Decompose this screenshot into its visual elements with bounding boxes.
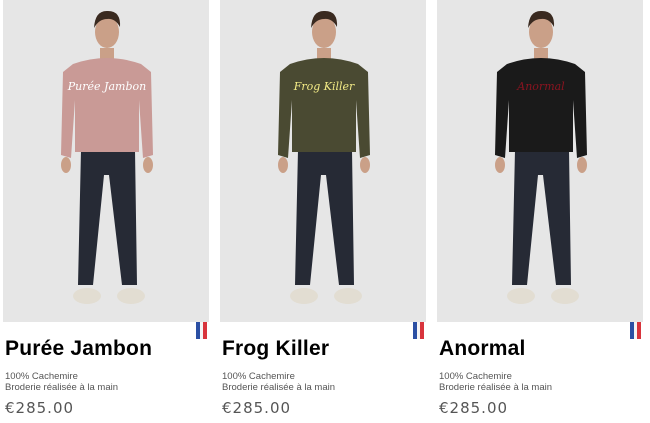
right-hand — [143, 157, 153, 173]
left-hand — [495, 157, 505, 173]
product-grid: Purée Jambon Purée Jambon 100% Cachemire… — [0, 0, 650, 423]
sweater — [495, 58, 587, 158]
product-price: €285.00 — [439, 399, 509, 417]
product-info: Frog Killer 100% Cachemire Broderie réal… — [220, 322, 426, 423]
product-price: €285.00 — [5, 399, 75, 417]
product-detail: Broderie réalisée à la main — [439, 382, 553, 393]
left-sneaker — [507, 288, 535, 304]
french-flag-icon — [413, 322, 425, 339]
product-name[interactable]: Anormal — [439, 337, 526, 361]
right-hand — [577, 157, 587, 173]
sweater — [61, 58, 153, 158]
product-photo[interactable]: Purée Jambon — [3, 0, 209, 322]
right-sneaker — [334, 288, 362, 304]
left-sneaker — [290, 288, 318, 304]
model-figure: Frog Killer — [278, 10, 370, 304]
right-sneaker — [551, 288, 579, 304]
jeans — [512, 150, 571, 285]
sweater — [278, 58, 370, 158]
product-price: €285.00 — [222, 399, 292, 417]
product-card[interactable]: Anormal Anormal 100% Cachemire Broderie … — [437, 0, 643, 423]
product-description: 100% Cachemire Broderie réalisée à la ma… — [439, 371, 552, 393]
product-name[interactable]: Frog Killer — [222, 337, 329, 361]
product-detail: Broderie réalisée à la main — [222, 382, 336, 393]
left-hand — [61, 157, 71, 173]
right-sneaker — [117, 288, 145, 304]
jeans — [78, 150, 137, 285]
right-hand — [360, 157, 370, 173]
model-figure: Purée Jambon — [61, 10, 153, 304]
product-photo[interactable]: Frog Killer — [220, 0, 426, 322]
product-name[interactable]: Purée Jambon — [5, 337, 152, 361]
jeans — [295, 150, 354, 285]
product-material: 100% Cachemire — [5, 371, 78, 382]
product-description: 100% Cachemire Broderie réalisée à la ma… — [5, 371, 118, 393]
product-info: Anormal 100% Cachemire Broderie réalisée… — [437, 322, 643, 423]
product-detail: Broderie réalisée à la main — [5, 382, 119, 393]
sweater-embroidery: Anormal — [516, 80, 565, 93]
french-flag-icon — [630, 322, 642, 339]
product-material: 100% Cachemire — [222, 371, 295, 382]
product-material: 100% Cachemire — [439, 371, 512, 382]
sweater-embroidery: Frog Killer — [293, 80, 355, 93]
model-figure: Anormal — [495, 10, 587, 304]
left-sneaker — [73, 288, 101, 304]
product-card[interactable]: Frog Killer Frog Killer 100% Cachemire B… — [220, 0, 426, 423]
french-flag-icon — [196, 322, 208, 339]
product-card[interactable]: Purée Jambon Purée Jambon 100% Cachemire… — [3, 0, 209, 423]
product-description: 100% Cachemire Broderie réalisée à la ma… — [222, 371, 335, 393]
product-info: Purée Jambon 100% Cachemire Broderie réa… — [3, 322, 209, 423]
sweater-embroidery: Purée Jambon — [67, 80, 146, 93]
left-hand — [278, 157, 288, 173]
product-photo[interactable]: Anormal — [437, 0, 643, 322]
